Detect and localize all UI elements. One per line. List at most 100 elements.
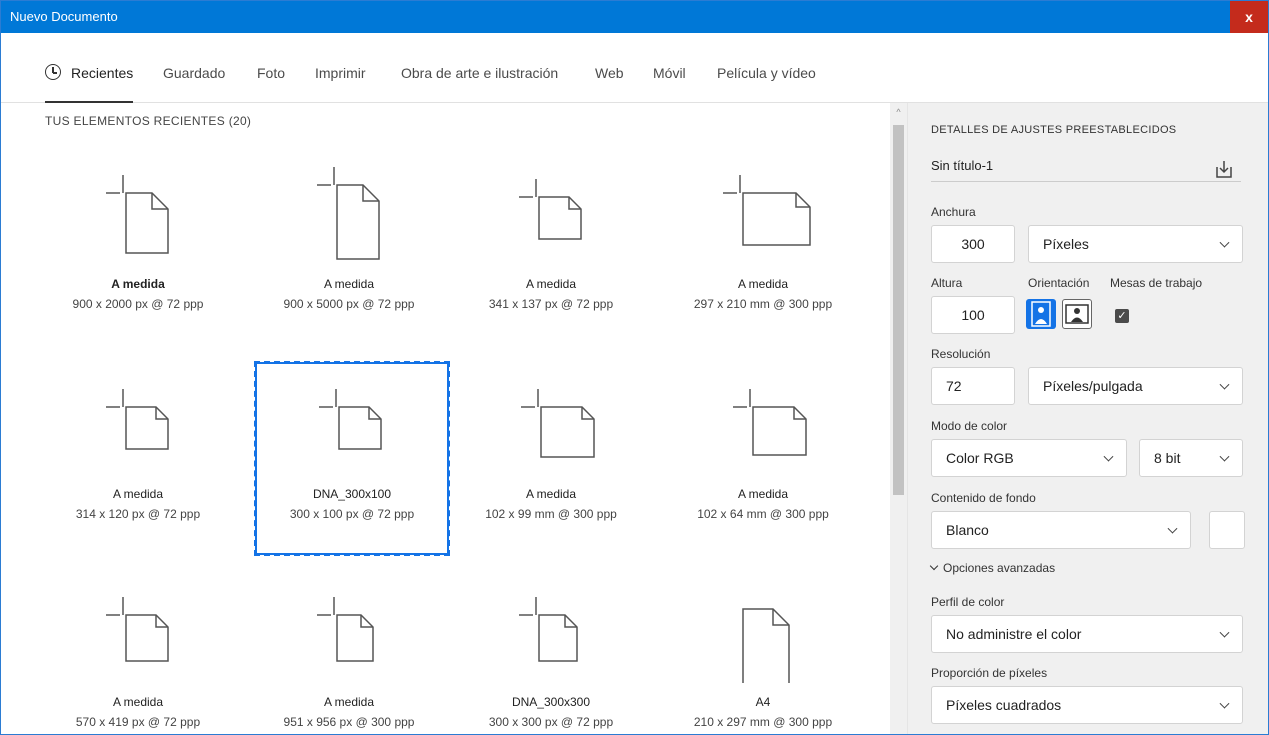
bit-depth-select[interactable]: 8 bit [1139, 439, 1243, 477]
recent-item[interactable]: A medida 102 x 99 mm @ 300 ppp [456, 363, 646, 558]
tab-recientes[interactable]: Recientes [45, 64, 134, 103]
item-name: A medida [737, 487, 789, 501]
item-name: A medida [111, 277, 165, 291]
new-document-dialog: Nuevo Documento x Recientes Guardado Fot… [0, 0, 1269, 735]
item-dimensions: 900 x 2000 px @ 72 ppp [72, 297, 204, 311]
portrait-person-icon [1031, 301, 1051, 327]
advanced-options-toggle[interactable]: Opciones avanzadas [929, 561, 1055, 575]
color-profile-select[interactable]: No administre el color [931, 615, 1243, 653]
landscape-orientation-button[interactable] [1062, 299, 1092, 329]
recent-item[interactable]: A4 210 x 297 mm @ 300 ppp [668, 573, 858, 734]
item-name: A medida [525, 277, 577, 291]
recent-items-area: TUS ELEMENTOS RECIENTES (20) ^ A medida … [1, 103, 907, 734]
width-input[interactable]: 300 [931, 225, 1015, 263]
recent-section-title: TUS ELEMENTOS RECIENTES (20) [45, 114, 252, 128]
color-profile-label: Perfil de color [931, 595, 1005, 609]
tab-imprimir[interactable]: Imprimir [315, 65, 366, 103]
pixel-aspect-select[interactable]: Píxeles cuadrados [931, 686, 1243, 724]
preset-details-panel: DETALLES DE AJUSTES PREESTABLECIDOS Sin … [907, 103, 1268, 734]
custom-wide-document-icon [106, 597, 169, 662]
title-bar: Nuevo Documento x [1, 1, 1268, 33]
scroll-up-arrow[interactable]: ^ [890, 107, 907, 121]
recent-item[interactable]: A medida 102 x 64 mm @ 300 ppp [668, 363, 858, 558]
recent-item[interactable]: A medida 900 x 2000 px @ 72 ppp [43, 157, 233, 352]
recent-item[interactable]: A medida 900 x 5000 px @ 72 ppp [254, 157, 444, 352]
background-label: Contenido de fondo [931, 491, 1036, 505]
tab-guardado[interactable]: Guardado [163, 65, 225, 103]
bit-depth-value: 8 bit [1154, 450, 1181, 466]
recent-item[interactable]: A medida 314 x 120 px @ 72 ppp [43, 363, 233, 558]
tab-foto[interactable]: Foto [257, 65, 285, 103]
height-input[interactable]: 100 [931, 296, 1015, 334]
close-button[interactable]: x [1230, 1, 1268, 33]
preset-category-tabs: Recientes Guardado Foto Imprimir Obra de… [1, 33, 1268, 103]
width-label: Anchura [931, 205, 976, 219]
tab-movil[interactable]: Móvil [653, 65, 686, 103]
recent-item[interactable]: DNA_300x300 300 x 300 px @ 72 ppp [456, 573, 646, 734]
landscape-person-icon [1065, 304, 1089, 324]
pixel-aspect-label: Proporción de píxeles [931, 666, 1048, 680]
recent-item[interactable]: A medida 951 x 956 px @ 300 ppp [254, 573, 444, 734]
chevron-down-icon [1167, 523, 1178, 534]
color-mode-value: Color RGB [946, 450, 1014, 466]
portrait-orientation-button[interactable] [1026, 299, 1056, 329]
artboards-checkbox[interactable]: ✓ [1115, 309, 1129, 323]
item-name: DNA_300x300 [511, 695, 591, 709]
background-color-swatch[interactable] [1209, 511, 1245, 549]
background-value: Blanco [946, 522, 989, 538]
save-preset-icon[interactable] [1214, 159, 1234, 179]
document-name-field[interactable]: Sin título-1 [931, 158, 1241, 182]
tab-pelicula-y-video[interactable]: Película y vídeo [717, 65, 816, 103]
resolution-unit-value: Píxeles/pulgada [1043, 378, 1143, 394]
color-profile-value: No administre el color [946, 626, 1082, 642]
vertical-scrollbar[interactable]: ^ [890, 103, 907, 734]
width-unit-select[interactable]: Píxeles [1028, 225, 1243, 263]
scroll-thumb[interactable] [893, 125, 904, 495]
item-dimensions: 102 x 64 mm @ 300 ppp [697, 507, 829, 521]
item-name: A medida [737, 277, 789, 291]
chevron-down-icon [1219, 237, 1230, 248]
resolution-input[interactable]: 72 [931, 367, 1015, 405]
item-dimensions: 300 x 100 px @ 72 ppp [289, 507, 415, 521]
recent-item[interactable]: A medida 297 x 210 mm @ 300 ppp [668, 157, 858, 352]
item-name: A4 [755, 695, 771, 709]
recent-item[interactable]: A medida 341 x 137 px @ 72 ppp [456, 157, 646, 352]
item-name: A medida [112, 487, 164, 501]
artboards-label: Mesas de trabajo [1110, 276, 1203, 290]
recent-item[interactable]: A medida 570 x 419 px @ 72 ppp [43, 573, 233, 734]
item-dimensions: 951 x 956 px @ 300 ppp [283, 715, 415, 729]
custom-landscape-document-icon [521, 389, 595, 458]
item-dimensions: 570 x 419 px @ 72 ppp [75, 715, 201, 729]
custom-landscape-document-icon [723, 175, 811, 246]
chevron-down-icon [1219, 627, 1230, 638]
background-select[interactable]: Blanco [931, 511, 1191, 549]
recent-item-selected[interactable]: DNA_300x100 300 x 100 px @ 72 ppp [254, 361, 450, 556]
tab-obra-de-arte[interactable]: Obra de arte e ilustración [401, 65, 558, 103]
custom-wide-document-icon [519, 179, 582, 240]
item-name: A medida [525, 487, 577, 501]
chevron-down-icon [1219, 698, 1230, 709]
portrait-document-icon [742, 608, 790, 683]
item-dimensions: 900 x 5000 px @ 72 ppp [283, 297, 415, 311]
custom-landscape-document-icon [733, 389, 807, 456]
custom-tall-document-icon [317, 167, 380, 260]
width-unit-value: Píxeles [1043, 236, 1089, 252]
custom-square-document-icon [317, 597, 374, 662]
item-dimensions: 297 x 210 mm @ 300 ppp [693, 297, 833, 311]
resolution-unit-select[interactable]: Píxeles/pulgada [1028, 367, 1243, 405]
custom-tall-document-icon [106, 175, 169, 254]
clock-icon [45, 64, 61, 80]
item-dimensions: 300 x 300 px @ 72 ppp [488, 715, 614, 729]
custom-wide-document-icon [106, 389, 169, 450]
color-mode-label: Modo de color [931, 419, 1008, 433]
tab-web[interactable]: Web [595, 65, 624, 103]
item-dimensions: 314 x 120 px @ 72 ppp [75, 507, 201, 521]
preset-details-heading: DETALLES DE AJUSTES PREESTABLECIDOS [931, 124, 1177, 136]
item-dimensions: 341 x 137 px @ 72 ppp [488, 297, 614, 311]
item-name: A medida [112, 695, 164, 709]
color-mode-select[interactable]: Color RGB [931, 439, 1127, 477]
custom-wide-document-icon [319, 389, 382, 450]
item-name: A medida [323, 277, 375, 291]
chevron-down-icon [1219, 379, 1230, 390]
chevron-down-icon [1219, 451, 1230, 462]
